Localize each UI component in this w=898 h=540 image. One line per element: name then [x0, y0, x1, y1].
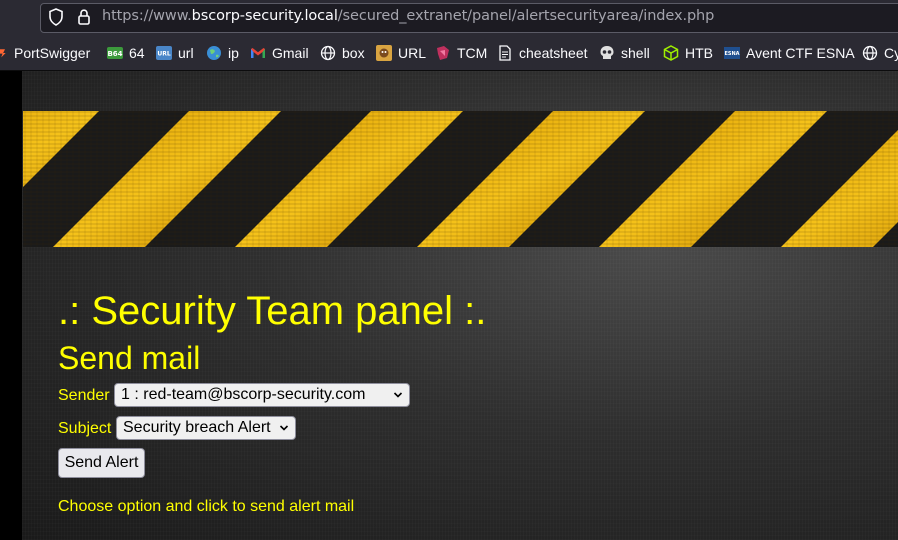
- bookmark-64[interactable]: B64 64: [107, 43, 145, 63]
- tcm-icon: [437, 46, 449, 60]
- bookmark-label: cheatsheet: [519, 45, 588, 61]
- bookmark-label: HTB: [685, 45, 713, 61]
- globe-ip-icon: [207, 46, 221, 60]
- subject-select[interactable]: Security breach Alert: [116, 416, 296, 440]
- url-tool-icon: [376, 45, 392, 61]
- htb-cube-icon: [663, 45, 679, 61]
- esna-icon: ESNA: [724, 47, 740, 59]
- skull-icon: [600, 46, 614, 59]
- url-protocol: https://www.: [102, 8, 192, 24]
- globe-icon: [320, 45, 336, 61]
- bookmark-label: shell: [621, 45, 650, 61]
- bookmark-url-tool[interactable]: URL: [376, 43, 426, 63]
- send-alert-button[interactable]: Send Alert: [58, 448, 145, 478]
- chevron-down-icon: [279, 425, 289, 431]
- document-icon: [499, 45, 511, 61]
- bookmark-portswigger[interactable]: PortSwigger: [0, 43, 90, 63]
- subject-selected-value: Security breach Alert: [123, 419, 271, 436]
- bookmark-shell[interactable]: shell: [599, 43, 650, 63]
- bookmark-cy[interactable]: Cy: [862, 43, 898, 63]
- bookmark-label: Avent CTF ESNA: [746, 45, 855, 61]
- page-title: .: Security Team panel :.: [58, 289, 487, 333]
- bookmark-label: url: [178, 45, 194, 61]
- bookmark-label: URL: [398, 45, 427, 61]
- bookmark-label: TCM: [457, 45, 488, 61]
- sender-selected-value: 1 : red-team@bscorp-security.com: [121, 386, 366, 403]
- bookmark-tcm[interactable]: TCM: [435, 43, 487, 63]
- sender-select[interactable]: 1 : red-team@bscorp-security.com: [114, 383, 410, 407]
- bookmark-label: 64: [129, 45, 145, 61]
- shield-icon[interactable]: [48, 8, 64, 26]
- instruction-text: Choose option and click to send alert ma…: [58, 498, 355, 515]
- svg-text:ESNA: ESNA: [724, 51, 739, 57]
- lock-icon[interactable]: [76, 8, 92, 26]
- bookmark-label: Gmail: [272, 45, 309, 61]
- bookmark-label: PortSwigger: [14, 45, 91, 61]
- bookmark-avent-ctf[interactable]: ESNA Avent CTF ESNA: [724, 43, 855, 63]
- bookmarks-toolbar: PortSwigger B64 64 URL url ip Gmail box …: [0, 34, 898, 71]
- portswigger-icon: [0, 49, 6, 58]
- bookmark-label: Cy: [884, 45, 898, 61]
- bookmark-gmail[interactable]: Gmail: [250, 43, 309, 63]
- chevron-down-icon: [393, 392, 403, 398]
- bookmark-url-encode[interactable]: URL url: [156, 43, 194, 63]
- hazard-stripe-banner: [23, 111, 898, 247]
- url-encode-icon: URL: [156, 46, 172, 60]
- url-bar: https://www.bscorp-security.local/secure…: [0, 0, 898, 34]
- bookmark-box[interactable]: box: [320, 43, 365, 63]
- globe-icon: [862, 45, 878, 61]
- url-domain: bscorp-security.local: [191, 8, 338, 24]
- url-path: /secured_extranet/panel/alertsecurityare…: [337, 8, 715, 24]
- bookmark-htb[interactable]: HTB: [663, 43, 713, 63]
- sender-label: Sender: [58, 387, 110, 404]
- bookmark-label: ip: [228, 45, 239, 61]
- svg-text:URL: URL: [157, 51, 170, 58]
- bookmark-cheatsheet[interactable]: cheatsheet: [497, 43, 588, 63]
- gmail-icon: [251, 48, 265, 58]
- bookmark-label: box: [342, 45, 365, 61]
- section-heading: Send mail: [58, 340, 201, 376]
- url-text[interactable]: https://www.bscorp-security.local/secure…: [102, 8, 714, 24]
- svg-text:B64: B64: [107, 50, 122, 58]
- bookmark-ip[interactable]: ip: [206, 43, 239, 63]
- subject-label: Subject: [58, 420, 112, 437]
- web-page: .: Security Team panel :. Send mail Send…: [0, 71, 898, 540]
- base64-icon: B64: [107, 47, 123, 59]
